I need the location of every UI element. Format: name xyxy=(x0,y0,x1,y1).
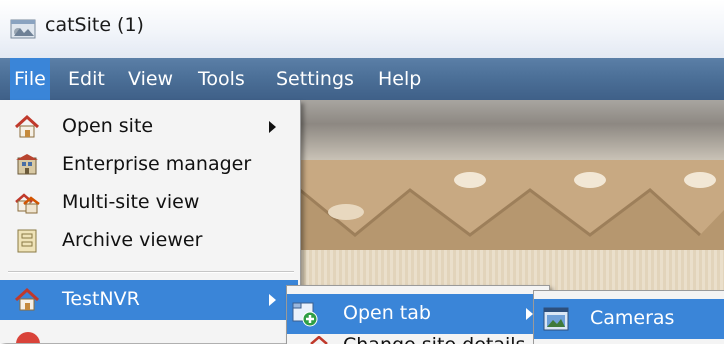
menu-item-label: Archive viewer xyxy=(62,229,203,251)
enterprise-icon xyxy=(16,154,38,175)
menu-file[interactable]: File xyxy=(10,58,50,100)
menu-help[interactable]: Help xyxy=(374,58,425,100)
multi-house-icon xyxy=(15,193,40,214)
menu-item-open-tab[interactable]: Open tab xyxy=(287,294,549,334)
menu-bar: File Edit View Tools Settings Help xyxy=(0,58,724,100)
menu-item-label: Cameras xyxy=(590,307,675,329)
new-tab-icon xyxy=(292,302,318,327)
menu-item-label: Multi-site view xyxy=(62,191,200,213)
submenu-arrow-icon xyxy=(526,308,533,320)
house-icon xyxy=(14,114,40,138)
menu-edit[interactable]: Edit xyxy=(64,58,109,100)
menu-item-archive-viewer[interactable]: Archive viewer xyxy=(0,222,298,260)
testnvr-submenu: Open tab Change site details xyxy=(286,285,550,344)
camera-window-icon xyxy=(543,307,569,331)
menu-item-label: Enterprise manager xyxy=(62,153,252,175)
menu-view[interactable]: View xyxy=(124,58,177,100)
menu-tools[interactable]: Tools xyxy=(194,58,249,100)
menu-item-cameras[interactable]: Cameras xyxy=(534,299,724,339)
menu-settings[interactable]: Settings xyxy=(272,58,358,100)
menu-item-open-site[interactable]: Open site xyxy=(0,108,298,146)
archive-icon xyxy=(17,229,37,253)
menu-item-multi-site-view[interactable]: Multi-site view xyxy=(0,184,298,222)
menu-item-testnvr[interactable]: TestNVR xyxy=(0,280,298,320)
title-bar: catSite (1) xyxy=(0,0,724,58)
menu-item-label: TestNVR xyxy=(62,288,140,310)
menu-separator xyxy=(8,271,294,273)
open-tab-submenu: Cameras xyxy=(533,290,724,344)
menu-item-label: Open tab xyxy=(343,302,431,324)
app-window-icon xyxy=(10,19,36,39)
menu-item-label: Open site xyxy=(62,115,154,137)
submenu-arrow-icon xyxy=(269,121,276,133)
file-menu-dropdown: Open site Enterprise manager Multi-site … xyxy=(0,100,301,343)
house-icon xyxy=(14,287,40,311)
submenu-arrow-icon xyxy=(269,294,276,306)
partial-menu-icon xyxy=(16,332,40,343)
menu-item-enterprise-manager[interactable]: Enterprise manager xyxy=(0,146,298,184)
window-title: catSite (1) xyxy=(45,14,144,36)
